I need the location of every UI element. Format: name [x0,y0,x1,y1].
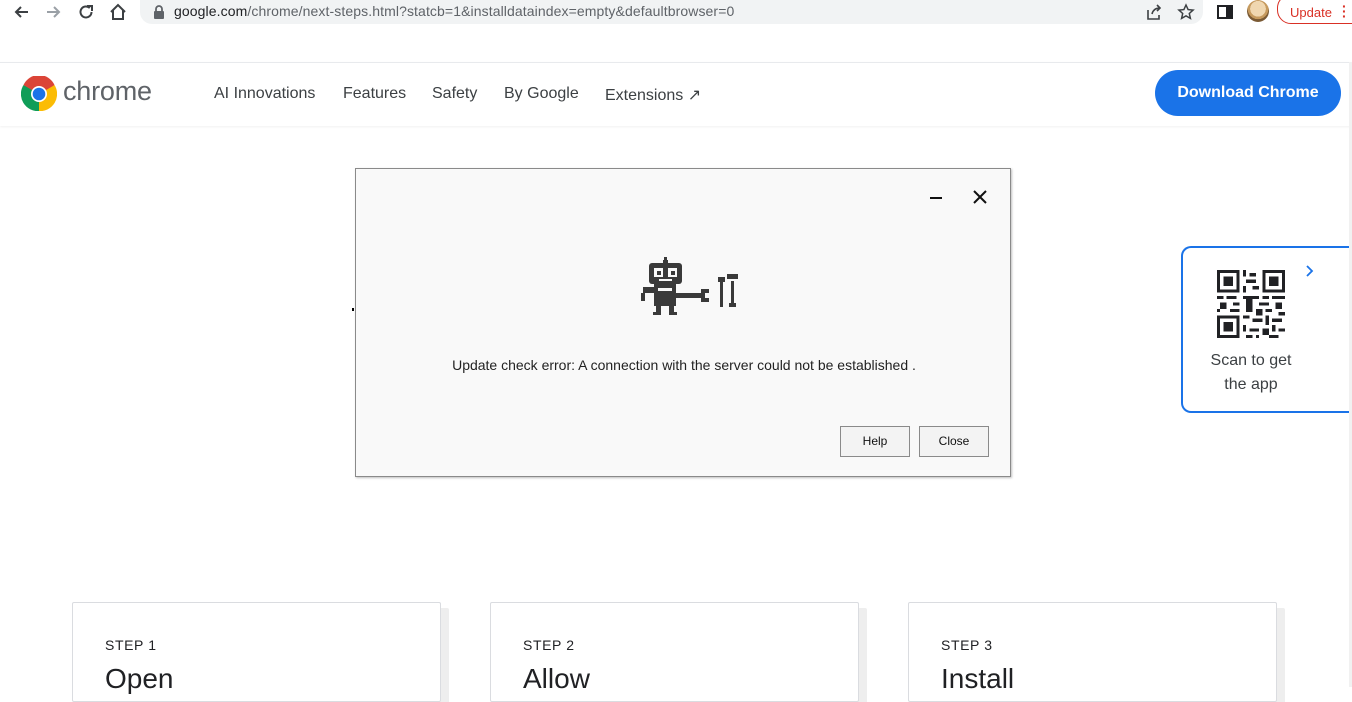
step-label: STEP 2 [523,637,575,653]
qr-caption-line1: Scan to get [1210,352,1292,369]
robot-repair-icon [641,257,738,315]
help-button[interactable]: Help [840,426,910,457]
qr-caption-line2: the app [1224,376,1278,393]
minimize-icon[interactable] [930,187,944,207]
nav-features[interactable]: Features [343,85,406,103]
share-icon[interactable] [1144,2,1164,22]
qr-code-card[interactable]: Scan to get the app [1181,246,1349,413]
back-arrow-icon[interactable] [11,2,31,22]
step-title: Allow [523,663,590,694]
chrome-logo-text[interactable]: chrome [63,76,152,107]
address-bar[interactable]: google.com/chrome/next-steps.html?statcb… [140,0,1203,24]
error-message: Update check error: A connection with th… [452,357,916,373]
url-path: /chrome/next-steps.html?statcb=1&install… [247,3,735,19]
step-card-2: STEP 2 Allow [490,602,859,702]
step-label: STEP 1 [105,637,157,653]
qr-code [1217,270,1285,338]
home-icon[interactable] [108,2,128,22]
star-bookmark-icon[interactable] [1176,2,1196,22]
nav-by-google[interactable]: By Google [504,85,579,103]
step-title: Open [105,663,174,694]
close-button[interactable]: Close [919,426,989,457]
site-header: chrome AI Innovations Features Safety By… [0,62,1352,126]
nav-safety[interactable]: Safety [432,85,477,103]
update-error-dialog: Update check error: A connection with th… [355,168,1011,477]
menu-dots-icon[interactable]: · · · [1342,0,1347,23]
step-title: Install [941,663,1015,694]
step-card-3: STEP 3 Install [908,602,1277,702]
download-chrome-button[interactable]: Download Chrome [1155,70,1341,116]
nav-extensions[interactable]: Extensions ↗ [605,85,701,105]
side-panel-icon[interactable] [1215,2,1235,22]
step-label: STEP 3 [941,637,993,653]
chevron-right-icon[interactable] [1303,264,1317,278]
reload-icon[interactable] [76,2,96,22]
chrome-logo-icon[interactable] [21,76,57,112]
forward-arrow-icon[interactable] [44,2,64,22]
qr-caption: Scan to get the app [1183,349,1319,397]
close-icon[interactable] [972,189,988,205]
url-text: google.com/chrome/next-steps.html?statcb… [174,3,734,19]
browser-toolbar: google.com/chrome/next-steps.html?statcb… [0,0,1352,24]
url-host: google.com [174,3,248,19]
lock-icon[interactable] [152,4,166,20]
nav-ai-innovations[interactable]: AI Innovations [214,85,315,103]
step-card-1: STEP 1 Open [72,602,441,702]
update-button[interactable]: Update [1277,0,1352,24]
profile-avatar[interactable] [1247,0,1269,22]
mouse-cursor [352,308,354,311]
